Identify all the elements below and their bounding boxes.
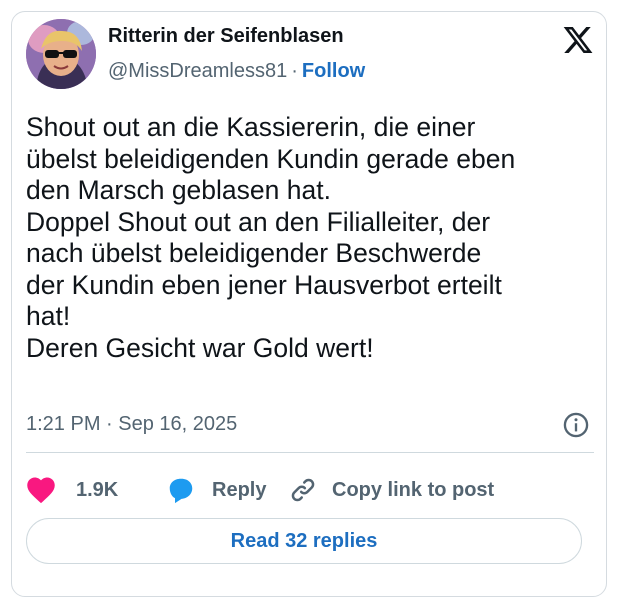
reply-bubble-icon: [169, 478, 193, 504]
copy-link-button[interactable]: Copy link to post: [288, 470, 494, 510]
author-avatar[interactable]: [26, 19, 96, 89]
author-display-name[interactable]: Ritterin der Seifenblasen: [108, 25, 344, 48]
avatar-photo: [26, 19, 96, 89]
author-handle[interactable]: @MissDreamless81: [108, 60, 287, 82]
tweet-line: hat!: [26, 301, 71, 331]
tweet-actions: 1.9K Reply Copy link to post: [26, 470, 586, 510]
reply-label: Reply: [212, 478, 267, 501]
tweet-line: Shout out an die Kassiererin, die einer: [26, 112, 476, 142]
tweet-line: den Marsch geblasen hat.: [26, 175, 331, 205]
tweet-line: Deren Gesicht war Gold wert!: [26, 332, 374, 363]
tweet-text: Shout out an die Kassiererin, die einer …: [26, 112, 586, 364]
separator-dot: ·: [291, 60, 298, 82]
copy-link-label: Copy link to post: [332, 478, 495, 501]
author-handle-row: @MissDreamless81 · Follow: [108, 60, 365, 83]
divider: [26, 452, 594, 453]
like-button[interactable]: 1.9K: [26, 470, 118, 510]
tweet-timestamp[interactable]: 1:21 PM · Sep 16, 2025: [26, 413, 237, 436]
tweet-line: Doppel Shout out an den Filialleiter, de…: [26, 206, 491, 237]
x-logo-icon[interactable]: [562, 24, 594, 56]
link-icon: [291, 478, 315, 502]
follow-button[interactable]: Follow: [302, 60, 365, 82]
tweet-line: nach übelst beleidigender Beschwerde: [26, 238, 482, 268]
info-icon[interactable]: [562, 411, 590, 439]
reply-button[interactable]: Reply: [166, 470, 266, 510]
read-replies-button[interactable]: Read 32 replies: [26, 518, 582, 564]
tweet-line: der Kundin eben jener Hausverbot erteilt: [26, 269, 502, 300]
like-count: 1.9K: [76, 478, 119, 501]
tweet-line: übelst beleidigenden Kundin gerade eben: [26, 143, 516, 174]
heart-icon: [27, 477, 55, 504]
